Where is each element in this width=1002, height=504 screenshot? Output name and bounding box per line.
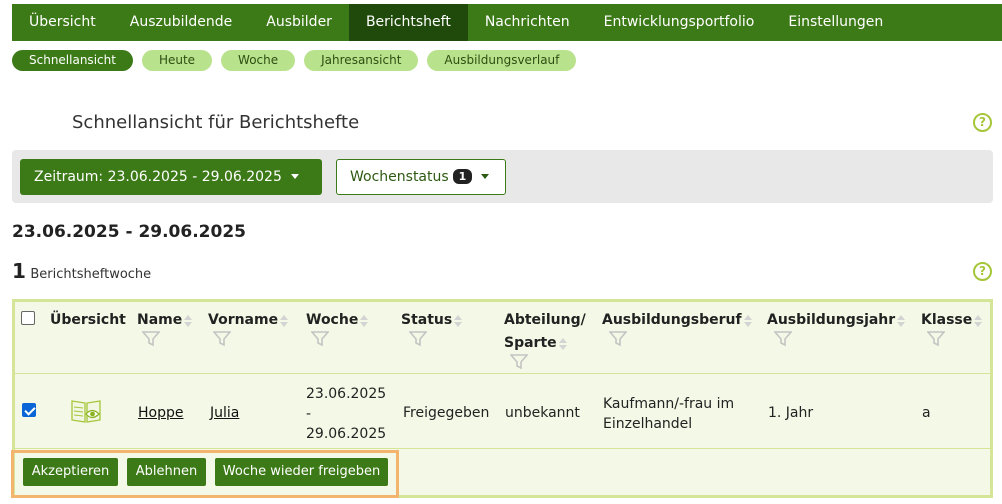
- column-header-ausbildungsberuf[interactable]: Ausbildungsberuf: [602, 312, 753, 347]
- nav-item-uebersicht[interactable]: Übersicht: [12, 4, 113, 41]
- column-header-uebersicht: Übersicht: [50, 312, 126, 328]
- date-range-heading: 23.06.2025 - 29.06.2025: [12, 222, 246, 242]
- nav-item-ausbilder[interactable]: Ausbilder: [249, 4, 349, 41]
- accept-button[interactable]: Akzeptieren: [23, 458, 118, 486]
- ausbildungsjahr-cell: 1. Jahr: [768, 405, 814, 421]
- filter-icon[interactable]: [609, 331, 627, 347]
- page-title: Schnellansicht für Berichtshefte: [72, 112, 360, 133]
- column-header-name[interactable]: Name: [137, 312, 193, 347]
- vorname-link[interactable]: Julia: [210, 405, 239, 421]
- result-count: 1 Berichtsheftwoche: [12, 259, 151, 283]
- zeitraum-label: Zeitraum: 23.06.2025 - 29.06.2025: [34, 169, 282, 185]
- sort-icon[interactable]: [184, 314, 193, 328]
- nav-item-auszubildende[interactable]: Auszubildende: [113, 4, 250, 41]
- filter-icon[interactable]: [213, 331, 231, 347]
- filter-icon[interactable]: [927, 331, 945, 347]
- sort-icon[interactable]: [743, 314, 753, 328]
- woche-cell: 23.06.2025 - 29.06.2025: [306, 386, 387, 442]
- sort-icon[interactable]: [360, 314, 369, 328]
- release-week-button[interactable]: Woche wieder freigeben: [215, 458, 388, 486]
- klasse-cell: a: [922, 405, 931, 421]
- caret-down-icon: [290, 174, 299, 179]
- sort-icon[interactable]: [897, 314, 906, 328]
- sort-icon[interactable]: [454, 314, 463, 328]
- column-header-vorname[interactable]: Vorname: [208, 312, 289, 347]
- nav-item-einstellungen[interactable]: Einstellungen: [771, 4, 900, 41]
- row-select-checkbox[interactable]: [22, 403, 36, 417]
- wochenstatus-count-badge: 1: [452, 169, 473, 184]
- name-link[interactable]: Hoppe: [138, 405, 183, 421]
- tab-ausbildungsverlauf[interactable]: Ausbildungsverlauf: [427, 50, 577, 71]
- tab-heute[interactable]: Heute: [141, 50, 213, 71]
- sort-icon[interactable]: [558, 337, 568, 351]
- column-header-klasse[interactable]: Klasse: [921, 312, 983, 347]
- row-divider: [15, 373, 990, 374]
- filter-icon[interactable]: [774, 331, 792, 347]
- main-navigation: Übersicht Auszubildende Ausbilder Berich…: [12, 4, 1002, 41]
- column-header-woche[interactable]: Woche: [306, 312, 369, 347]
- help-icon[interactable]: ?: [973, 113, 992, 132]
- nav-item-berichtsheft[interactable]: Berichtsheft: [348, 4, 468, 41]
- status-cell: Freigegeben: [403, 405, 490, 421]
- column-header-ausbildungsjahr[interactable]: Ausbildungsjahr: [767, 312, 906, 347]
- select-all-checkbox[interactable]: [21, 311, 35, 325]
- result-count-label: Berichtsheftwoche: [30, 267, 152, 282]
- filter-icon[interactable]: [510, 354, 528, 370]
- wochenstatus-label: Wochenstatus: [350, 169, 449, 185]
- column-header-abteilung[interactable]: Abteilung/ Sparte: [504, 312, 586, 370]
- wochenstatus-dropdown-button[interactable]: Wochenstatus 1: [336, 159, 506, 195]
- zeitraum-dropdown-button[interactable]: Zeitraum: 23.06.2025 - 29.06.2025: [20, 159, 322, 195]
- tab-jahresansicht[interactable]: Jahresansicht: [304, 50, 419, 71]
- sub-navigation: Schnellansicht Heute Woche Jahresansicht…: [12, 50, 577, 71]
- filter-bar: Zeitraum: 23.06.2025 - 29.06.2025 Wochen…: [12, 150, 993, 203]
- sort-icon[interactable]: [280, 314, 289, 328]
- filter-icon[interactable]: [142, 331, 160, 347]
- caret-down-icon: [481, 174, 490, 179]
- help-icon[interactable]: ?: [973, 262, 992, 281]
- filter-icon[interactable]: [409, 331, 427, 347]
- reject-button[interactable]: Ablehnen: [127, 458, 206, 486]
- result-count-number: 1: [12, 259, 26, 283]
- tab-woche[interactable]: Woche: [221, 50, 296, 71]
- open-book-view-icon[interactable]: [70, 398, 102, 424]
- row-divider: [15, 448, 990, 449]
- filter-icon[interactable]: [311, 331, 329, 347]
- abteilung-cell: unbekannt: [505, 405, 580, 421]
- column-header-status[interactable]: Status: [401, 312, 463, 347]
- tab-schnellansicht[interactable]: Schnellansicht: [12, 50, 133, 71]
- sort-icon[interactable]: [974, 314, 983, 328]
- nav-item-entwicklungsportfolio[interactable]: Entwicklungsportfolio: [587, 4, 772, 41]
- nav-item-nachrichten[interactable]: Nachrichten: [468, 4, 587, 41]
- ausbildungsberuf-cell: Kaufmann/-frau im Einzelhandel: [603, 396, 735, 432]
